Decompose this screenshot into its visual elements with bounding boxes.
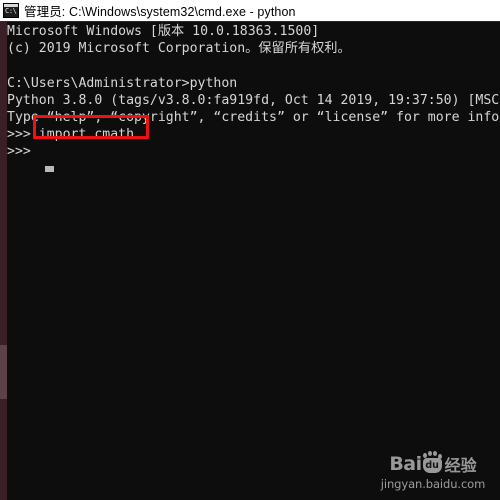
vertical-scrollbar[interactable] — [0, 22, 7, 500]
console-text: Microsoft Windows [版本 10.0.18363.1500] (… — [7, 24, 500, 160]
paw-toe-4-icon — [437, 453, 442, 459]
paw-toe-1-icon — [422, 452, 427, 458]
watermark-badge-text: du — [425, 459, 439, 471]
watermark-logo-row: Bai du 经验 — [378, 450, 488, 476]
window-titlebar[interactable]: C:\ 管理员: C:\Windows\system32\cmd.exe - p… — [0, 0, 500, 22]
cmd-exe-icon-label: C:\ — [5, 7, 17, 15]
cmd-window: C:\ 管理员: C:\Windows\system32\cmd.exe - p… — [0, 0, 500, 500]
watermark-url: jingyan.baidu.com — [380, 477, 486, 491]
watermark-paw-badge: du — [422, 450, 442, 473]
paw-toe-3-icon — [432, 450, 437, 456]
terminal-output-area[interactable]: Microsoft Windows [版本 10.0.18363.1500] (… — [7, 22, 500, 500]
window-title: 管理员: C:\Windows\system32\cmd.exe - pytho… — [24, 5, 296, 19]
cmd-exe-icon: C:\ — [3, 3, 19, 18]
watermark-suffix-text: 经验 — [444, 456, 477, 475]
paw-toe-2-icon — [427, 450, 432, 456]
baidu-jingyan-watermark: Bai du 经验 jingyan.baidu.com — [378, 450, 488, 492]
block-cursor — [45, 166, 54, 172]
watermark-brand-text: Bai — [389, 453, 422, 475]
scrollbar-thumb[interactable] — [0, 345, 7, 399]
